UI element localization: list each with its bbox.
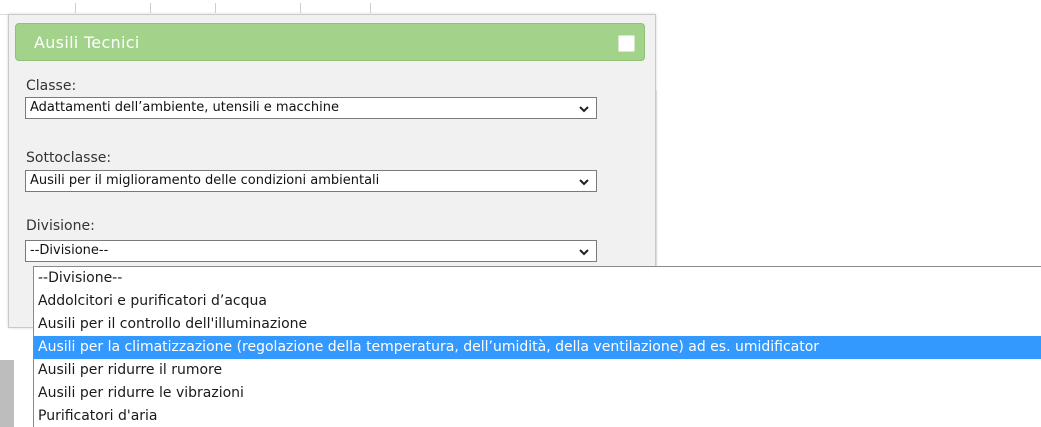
- divisione-dropdown-list[interactable]: --Divisione-- Addolcitori e purificatori…: [33, 266, 1041, 427]
- background-divider: [370, 3, 371, 13]
- background-divider: [150, 3, 151, 13]
- dropdown-option[interactable]: Addolcitori e purificatori d’acqua: [34, 290, 1041, 313]
- dropdown-option[interactable]: Ausili per ridurre il rumore: [34, 359, 1041, 382]
- background-divider: [75, 3, 76, 13]
- panel-header-checkbox[interactable]: [618, 35, 635, 52]
- panel-header: Ausili Tecnici: [15, 23, 645, 61]
- divisione-select-value: --Divisione--: [30, 243, 109, 258]
- background-divider: [300, 3, 301, 13]
- dropdown-option[interactable]: Ausili per ridurre le vibrazioni: [34, 382, 1041, 405]
- chevron-down-icon: [579, 249, 589, 256]
- panel-title: Ausili Tecnici: [34, 33, 140, 52]
- dropdown-option[interactable]: Ausili per il controllo dell'illuminazio…: [34, 313, 1041, 336]
- sottoclasse-select[interactable]: Ausili per il miglioramento delle condiz…: [25, 170, 597, 192]
- sottoclasse-select-value: Ausili per il miglioramento delle condiz…: [30, 173, 380, 188]
- background-divider: [215, 3, 216, 13]
- chevron-down-icon: [579, 179, 589, 186]
- classe-select-value: Adattamenti dell’ambiente, utensili e ma…: [30, 100, 339, 115]
- chevron-down-icon: [579, 106, 589, 113]
- divisione-select[interactable]: --Divisione--: [25, 240, 597, 262]
- divisione-label: Divisione:: [26, 218, 95, 234]
- background-sidebar-edge: [0, 360, 14, 427]
- dropdown-option[interactable]: Purificatori d'aria: [34, 405, 1041, 427]
- dropdown-option[interactable]: --Divisione--: [34, 267, 1041, 290]
- dropdown-option-highlighted[interactable]: Ausili per la climatizzazione (regolazio…: [34, 336, 1041, 359]
- classe-label: Classe:: [26, 78, 77, 94]
- classe-select[interactable]: Adattamenti dell’ambiente, utensili e ma…: [25, 97, 597, 119]
- sottoclasse-label: Sottoclasse:: [26, 150, 112, 166]
